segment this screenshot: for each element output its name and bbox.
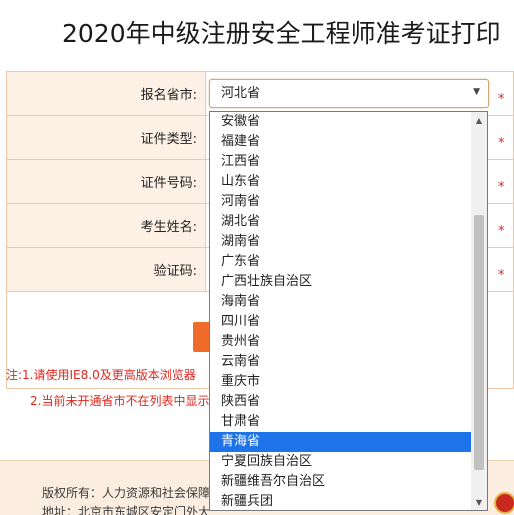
captcha-label: 验证码: <box>153 264 197 279</box>
footer-address: 地址：北京市东城区安定门外大 <box>42 505 211 515</box>
scroll-thumb[interactable] <box>474 214 484 470</box>
province-option[interactable]: 宁夏回族自治区 <box>210 452 472 472</box>
province-option[interactable]: 海南省 <box>210 292 472 312</box>
page-title: 2020年中级注册安全工程师准考证打印 <box>62 19 501 48</box>
chevron-down-icon: ▼ <box>473 87 480 97</box>
note-line-1: 注:1.请使用IE8.0及更高版本浏览器 <box>6 368 196 382</box>
required-mark: * <box>498 224 505 239</box>
province-option[interactable]: 贵州省 <box>210 332 472 352</box>
province-option[interactable]: 四川省 <box>210 312 472 332</box>
required-mark: * <box>498 136 505 151</box>
required-mark: * <box>498 268 505 283</box>
id-type-label: 证件类型: <box>140 132 197 147</box>
id-number-label: 证件号码: <box>140 176 197 191</box>
candidate-name-label: 考生姓名: <box>140 220 197 235</box>
province-option[interactable]: 江西省 <box>210 152 472 172</box>
province-label: 报名省市: <box>140 88 197 103</box>
national-emblem-icon <box>494 492 514 514</box>
scroll-down-icon[interactable]: ▼ <box>471 494 487 510</box>
province-option[interactable]: 广东省 <box>210 252 472 272</box>
province-option[interactable]: 新疆兵团 <box>210 492 472 510</box>
province-option[interactable]: 河南省 <box>210 192 472 212</box>
province-option[interactable]: 广西壮族自治区 <box>210 272 472 292</box>
scroll-up-icon[interactable]: ▲ <box>471 112 487 128</box>
province-option[interactable]: 安徽省 <box>210 112 472 132</box>
province-option[interactable]: 青海省 <box>210 432 472 452</box>
footer-copyright: 版权所有：人力资源和社会保障 <box>42 486 211 500</box>
province-option-list[interactable]: 安徽省 福建省 江西省 山东省 河南省 湖北省 湖南省 广东省 广西壮族自治区 海南省 四川省 贵州省… <box>210 112 472 510</box>
required-mark: * <box>498 180 505 195</box>
note-line-2: 2.当前未开通省市不在列表中显示 <box>30 394 210 408</box>
province-option[interactable]: 云南省 <box>210 352 472 372</box>
province-option[interactable]: 湖南省 <box>210 232 472 252</box>
province-option[interactable]: 陕西省 <box>210 392 472 412</box>
province-dropdown[interactable]: 安徽省 福建省 江西省 山东省 河南省 湖北省 湖南省 广东省 广西壮族自治区 海南省 四川省 贵州省… <box>209 111 488 511</box>
province-option[interactable]: 福建省 <box>210 132 472 152</box>
province-select[interactable]: 河北省 ▼ <box>209 79 489 108</box>
required-mark: * <box>498 92 505 107</box>
province-select-value: 河北省 <box>221 86 261 101</box>
province-option[interactable]: 湖北省 <box>210 212 472 232</box>
province-option[interactable]: 山东省 <box>210 172 472 192</box>
dropdown-scrollbar[interactable]: ▲ ▼ <box>471 112 487 510</box>
province-option[interactable]: 新疆维吾尔自治区 <box>210 472 472 492</box>
province-option[interactable]: 重庆市 <box>210 372 472 392</box>
province-option[interactable]: 甘肃省 <box>210 412 472 432</box>
